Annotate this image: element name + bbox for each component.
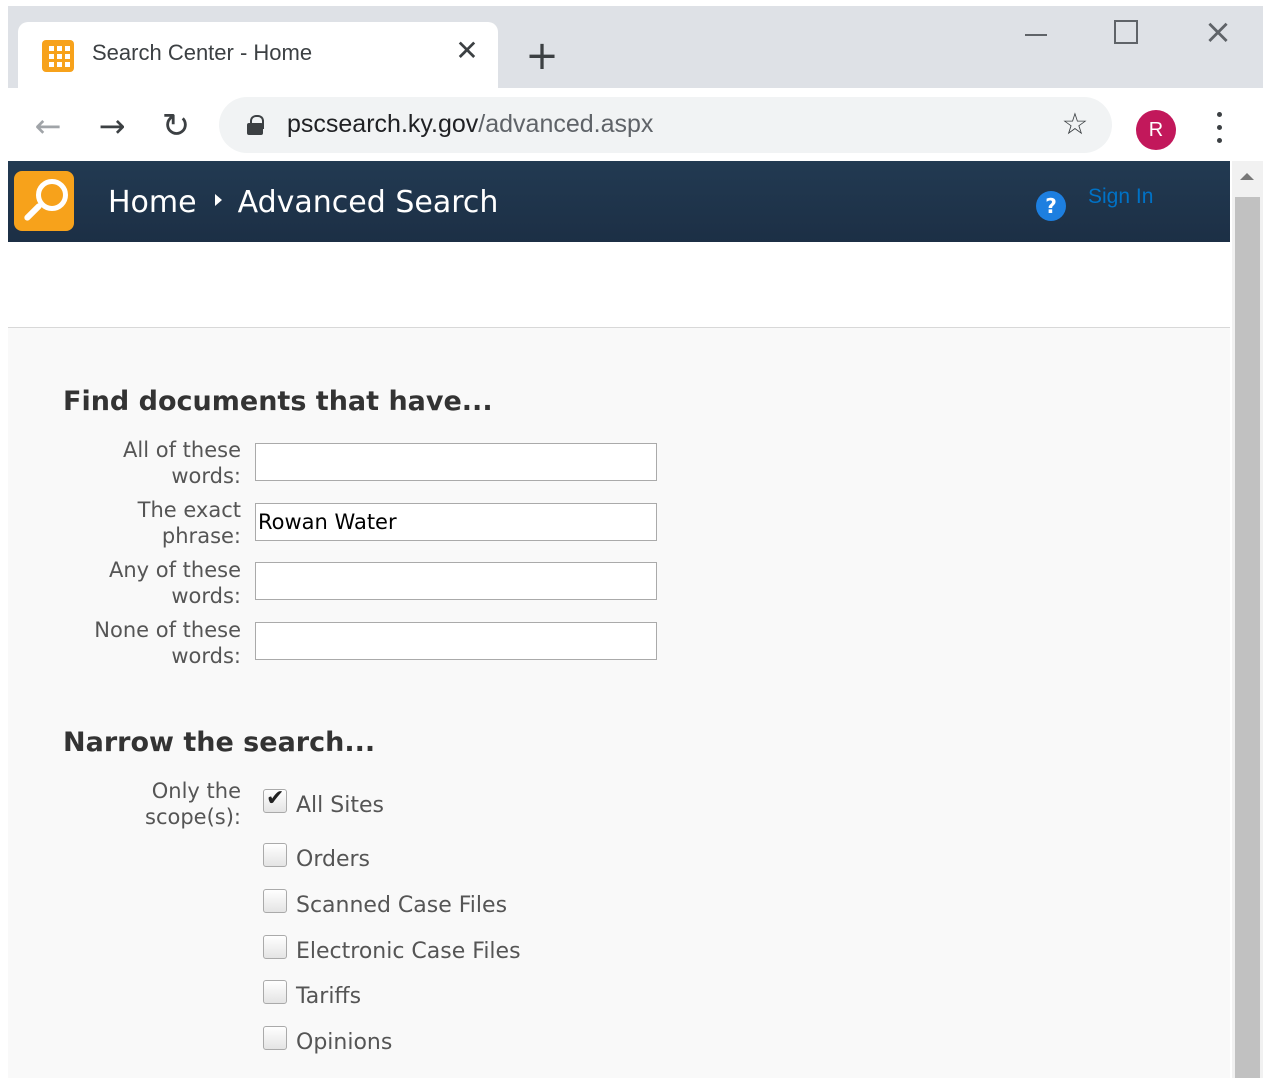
breadcrumb: Home Advanced Search (108, 185, 498, 220)
find-section-title: Find documents that have... (63, 386, 493, 417)
label-line: All of these (123, 438, 241, 462)
maximize-icon[interactable] (1114, 20, 1138, 44)
label-line: Any of these (108, 558, 241, 582)
reload-icon[interactable]: ↻ (156, 106, 196, 146)
scrollbar-thumb[interactable] (1235, 197, 1260, 1078)
tab-strip: Search Center - Home ✕ + × (8, 6, 1263, 88)
label-line: phrase: (161, 524, 241, 548)
label-line: scope(s): (145, 805, 241, 829)
forward-arrow-icon[interactable]: → (92, 106, 132, 146)
label-line: The exact (137, 498, 241, 522)
scope-checkbox-all-sites[interactable] (263, 786, 287, 813)
exact-phrase-input[interactable] (255, 503, 657, 541)
url-text[interactable]: pscsearch.ky.gov/advanced.aspx (287, 110, 653, 139)
sharepoint-favicon-icon (42, 40, 74, 72)
all-words-label: All of these words: (41, 437, 241, 489)
any-words-label: Any of these words: (41, 557, 241, 609)
label-line: words: (171, 644, 241, 668)
breadcrumb-home[interactable]: Home (108, 185, 197, 220)
scope-label-tariffs[interactable]: Tariffs (296, 984, 361, 1009)
label-line: words: (171, 584, 241, 608)
url-path: /advanced.aspx (478, 110, 654, 138)
page-scrollbar[interactable] (1232, 161, 1263, 1078)
suite-bar: Home Advanced Search ? Sign In (8, 161, 1230, 242)
scope-checkbox-orders[interactable] (263, 843, 287, 867)
kebab-menu-icon[interactable] (1212, 110, 1228, 150)
new-tab-button[interactable]: + (520, 36, 564, 80)
tab-title: Search Center - Home (92, 40, 313, 65)
none-words-input[interactable] (255, 622, 657, 660)
scope-label-orders[interactable]: Orders (296, 847, 370, 872)
lock-icon[interactable] (247, 115, 264, 135)
exact-phrase-label: The exact phrase: (41, 497, 241, 549)
scope-checkbox-electronic-case-files[interactable] (263, 935, 287, 959)
close-icon[interactable]: ✕ (452, 36, 482, 66)
narrow-section-title: Narrow the search... (63, 727, 376, 758)
breadcrumb-arrow-icon (214, 194, 222, 206)
header-spacer (8, 242, 1230, 328)
none-words-label: None of these words: (41, 617, 241, 669)
scope-checkbox-opinions[interactable] (263, 1026, 287, 1050)
browser-chrome: Search Center - Home ✕ + × ← → ↻ pscsear… (8, 6, 1263, 161)
minimize-icon[interactable] (1022, 18, 1052, 48)
window-close-icon[interactable]: × (1200, 14, 1236, 50)
scope-label-electronic-case-files[interactable]: Electronic Case Files (296, 939, 521, 964)
help-icon[interactable]: ? (1036, 191, 1066, 221)
address-bar[interactable]: pscsearch.ky.gov/advanced.aspx ☆ (219, 97, 1112, 153)
sign-in-link[interactable]: Sign In (1088, 185, 1153, 209)
page-content: Home Advanced Search ? Sign In Find docum… (8, 161, 1230, 1078)
scope-checkbox-tariffs[interactable] (263, 980, 287, 1004)
scope-label-opinions[interactable]: Opinions (296, 1030, 392, 1055)
browser-toolbar: ← → ↻ pscsearch.ky.gov/advanced.aspx ☆ R (8, 88, 1263, 161)
breadcrumb-current: Advanced Search (237, 185, 499, 220)
label-line: Only the (151, 779, 241, 803)
scope-label-scanned-case-files[interactable]: Scanned Case Files (296, 893, 507, 918)
all-words-input[interactable] (255, 443, 657, 481)
any-words-input[interactable] (255, 562, 657, 600)
scope-label-all-sites[interactable]: All Sites (296, 793, 384, 818)
scroll-up-arrow-icon[interactable] (1240, 173, 1254, 180)
profile-avatar[interactable]: R (1136, 110, 1176, 150)
bookmark-star-icon[interactable]: ☆ (1057, 107, 1093, 143)
label-line: words: (171, 464, 241, 488)
scope-checkbox-scanned-case-files[interactable] (263, 889, 287, 913)
back-arrow-icon[interactable]: ← (28, 106, 68, 146)
browser-tab[interactable]: Search Center - Home ✕ (18, 22, 498, 88)
scope-label: Only the scope(s): (41, 778, 241, 830)
search-center-logo-icon[interactable] (14, 171, 74, 231)
url-host: pscsearch.ky.gov (287, 110, 479, 138)
label-line: None of these (94, 618, 241, 642)
